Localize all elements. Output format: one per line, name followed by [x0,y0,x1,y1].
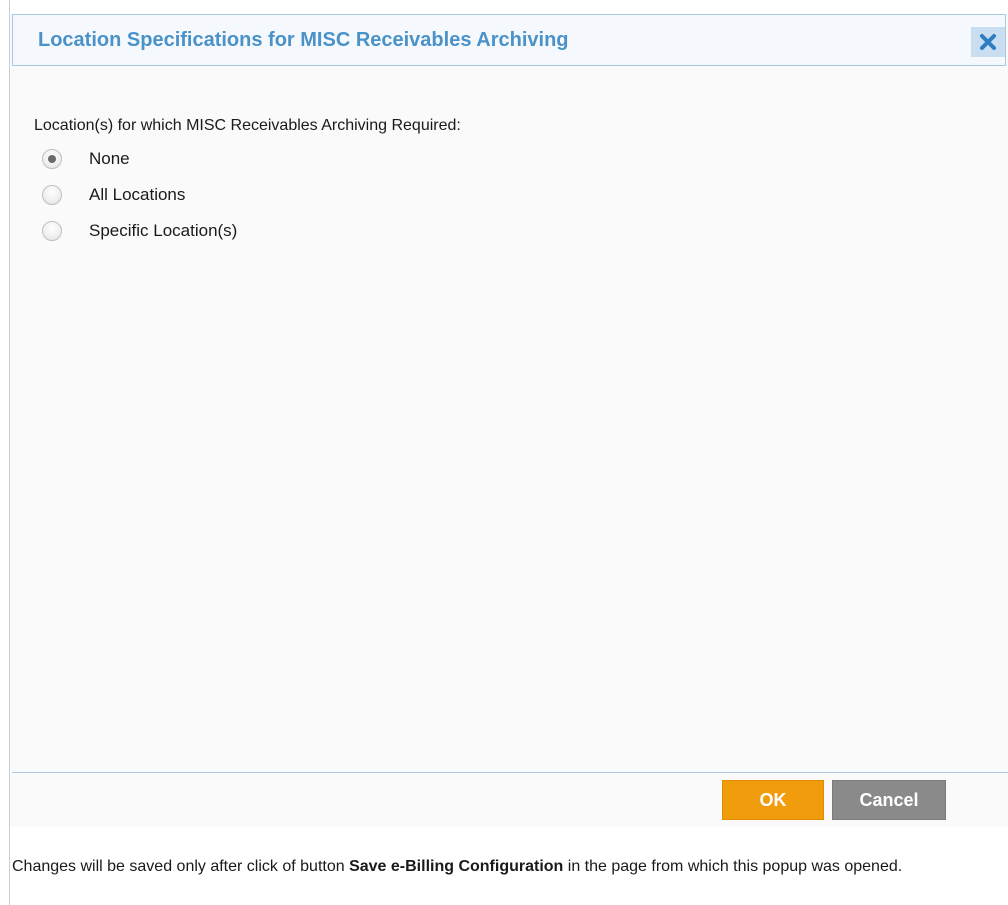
save-note-emphasis: Save e-Billing Configuration [349,858,564,875]
option-none-label: None [89,149,130,168]
cancel-button[interactable]: Cancel [832,780,946,820]
save-note: Changes will be saved only after click o… [12,856,992,878]
dialog-title: Location Specifications for MISC Receiva… [38,29,569,51]
option-specific-locations[interactable]: Specific Location(s) [42,219,237,243]
option-none[interactable]: None [42,147,130,171]
save-note-after: in the page from which this popup was op… [563,858,903,875]
clipped-top-strip [0,0,1008,10]
option-all-locations[interactable]: All Locations [42,183,185,207]
option-all-locations-label: All Locations [89,185,186,204]
close-button[interactable] [971,27,1005,57]
radio-specific-locations[interactable] [42,221,62,241]
page: Location Specifications for MISC Receiva… [0,0,1008,905]
question-label: Location(s) for which MISC Receivables A… [34,117,461,134]
save-note-before: Changes will be saved only after click o… [12,858,350,875]
ok-button[interactable]: OK [722,780,824,820]
option-specific-locations-label: Specific Location(s) [89,221,238,240]
footer-divider [12,772,1008,773]
radio-none[interactable] [42,149,62,169]
dialog-header: Location Specifications for MISC Receiva… [12,14,1006,66]
location-dialog: Location Specifications for MISC Receiva… [10,14,1008,827]
radio-all-locations[interactable] [42,185,62,205]
close-icon [980,34,996,50]
